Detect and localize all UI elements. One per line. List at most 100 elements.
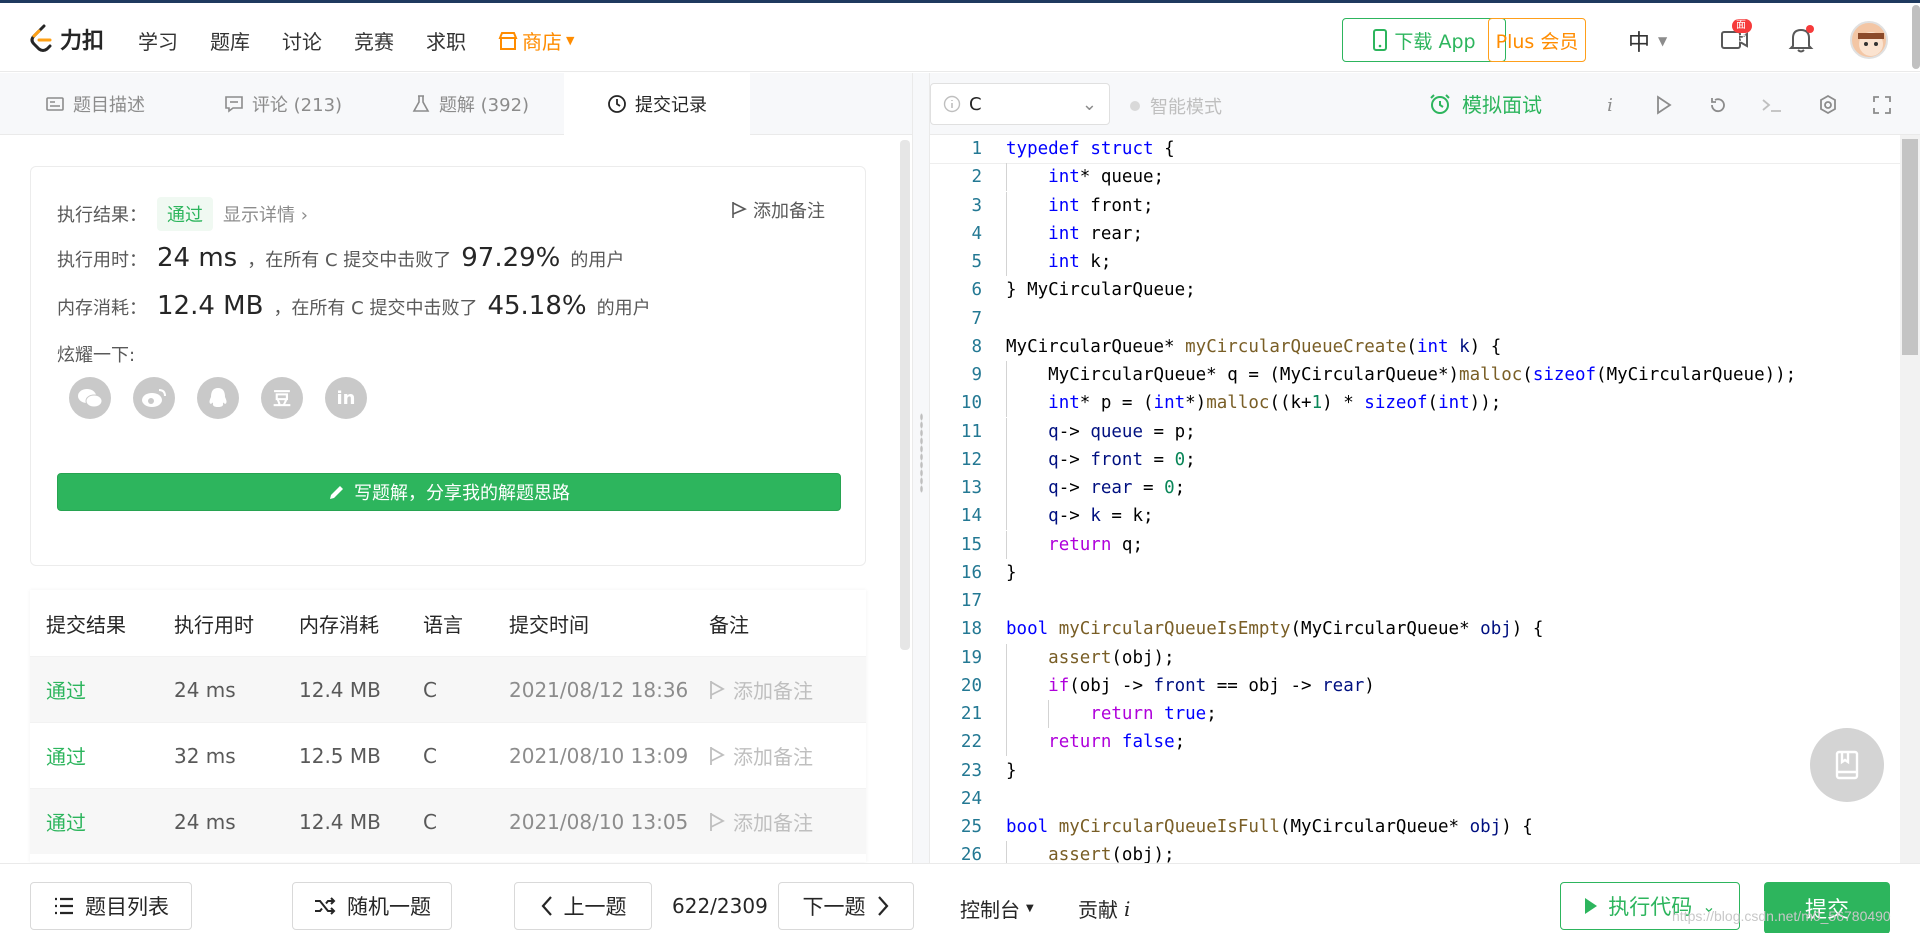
left-panel-scrollbar[interactable] (900, 140, 910, 650)
runtime-value: 24 ms (157, 243, 238, 273)
nav-item-shop[interactable]: 商店 ▼ (498, 26, 574, 55)
random-problem-button[interactable]: 随机一题 (292, 882, 452, 930)
info-italic-icon[interactable]: i (1598, 93, 1622, 117)
nav-item-jobs[interactable]: 求职 (426, 26, 466, 55)
table-row[interactable]: 通过 32 ms 12.5 MB C 2021/08/10 13:09 添加备注 (30, 722, 866, 788)
submission-result-link[interactable]: 通过 (30, 807, 158, 836)
column-header-note: 备注 (709, 612, 749, 637)
settings-icon[interactable] (1816, 93, 1840, 117)
play-icon[interactable] (1652, 93, 1676, 117)
submission-result-card: 执行结果： 通过 显示详情 › 添加备注 执行用时： 24 ms ，在所有 C … (30, 166, 866, 566)
show-details-label: 显示详情 (223, 205, 295, 226)
add-note-button[interactable]: 添加备注 (693, 741, 863, 770)
nav-item-contest[interactable]: 竞赛 (354, 26, 394, 55)
nav-item-learn[interactable]: 学习 (138, 26, 178, 55)
code-line: 14 q-> k = k; (930, 502, 1900, 531)
table-row[interactable]: 通过 24 ms 12.4 MB C 2021/08/12 18:36 添加备注 (30, 656, 866, 722)
tab-submissions[interactable]: 提交记录 (564, 73, 750, 135)
submission-result-link[interactable]: 通过 (30, 741, 158, 770)
play-icon (1585, 898, 1598, 914)
contribute-button[interactable]: 贡献 i (1078, 894, 1130, 923)
problem-list-button[interactable]: 题目列表 (30, 882, 192, 930)
book-icon (1835, 750, 1859, 780)
result-row: 执行结果： 通过 显示详情 › (57, 197, 308, 231)
main-nav: 学习 题库 讨论 竞赛 求职 商店 ▼ (138, 26, 574, 55)
write-solution-label: 写题解，分享我的解题思路 (354, 483, 570, 504)
linkedin-icon[interactable]: in (325, 377, 367, 419)
top-navbar: 力扣 学习 题库 讨论 竞赛 求职 商店 ▼ 下载 App Plus 会员 中 … (0, 0, 1920, 72)
table-row[interactable]: 通过 24 ms 12.4 MB C 2021/08/10 13:05 添加备注 (30, 788, 866, 854)
tab-description-label: 题目描述 (73, 95, 145, 116)
code-line: 2 int* queue; (930, 163, 1900, 192)
submission-result-link[interactable]: 通过 (30, 675, 158, 704)
nav-item-discuss[interactable]: 讨论 (282, 26, 322, 55)
tab-comments[interactable]: 评论 (213) (190, 73, 376, 135)
editor-scroll-thumb[interactable] (1902, 139, 1918, 355)
mock-interview-button[interactable]: 模拟面试 (1428, 89, 1542, 118)
weibo-icon[interactable] (133, 377, 175, 419)
pencil-icon (330, 486, 343, 499)
smart-mode-toggle[interactable]: 智能模式 (1130, 93, 1222, 119)
selected-language: C (969, 93, 982, 115)
description-icon (46, 97, 64, 111)
code-editor[interactable]: 1 typedef struct { 2 int* queue; 3 int fr… (930, 135, 1900, 863)
panel-resize-handle[interactable] (912, 73, 930, 863)
submission-memory: 12.4 MB (299, 677, 381, 702)
interview-button[interactable]: 面试 (1718, 19, 1752, 57)
flag-icon (732, 202, 747, 218)
chevron-left-icon (541, 896, 552, 916)
result-label: 执行结果： (57, 205, 147, 226)
notification-button[interactable] (1784, 23, 1818, 57)
next-problem-button[interactable]: 下一题 (778, 882, 914, 930)
memory-value: 12.4 MB (157, 291, 264, 321)
qq-icon[interactable] (197, 377, 239, 419)
douban-icon[interactable]: 豆 (261, 377, 303, 419)
page-scrollbar[interactable] (1912, 5, 1920, 69)
wechat-icon[interactable] (69, 377, 111, 419)
column-header-time: 提交时间 (509, 612, 589, 637)
reset-icon[interactable] (1706, 93, 1730, 117)
code-line: 12 q-> front = 0; (930, 445, 1900, 474)
code-line: 13 q-> rear = 0; (930, 474, 1900, 502)
show-details-link[interactable]: 显示详情 › (223, 201, 308, 227)
memory-row: 内存消耗： 12.4 MB ，在所有 C 提交中击败了 45.18% 的用户 (57, 291, 651, 321)
write-solution-button[interactable]: 写题解，分享我的解题思路 (57, 473, 841, 511)
notes-button[interactable] (1810, 728, 1884, 802)
problem-progress: 622/2309 (672, 894, 768, 918)
add-note-button[interactable]: 添加备注 (693, 807, 863, 836)
add-note-button[interactable]: 添加备注 (693, 675, 863, 704)
console-toggle[interactable]: 控制台 ▼ (960, 894, 1034, 923)
runtime-label: 执行用时： (57, 250, 147, 271)
code-line: 20 if(obj -> front == obj -> rear) (930, 671, 1900, 700)
store-icon (498, 31, 518, 50)
tab-description[interactable]: 题目描述 (0, 73, 190, 135)
prev-problem-button[interactable]: 上一题 (514, 882, 652, 930)
terminal-icon[interactable] (1760, 93, 1784, 117)
tab-submissions-label: 提交记录 (635, 95, 707, 116)
language-select[interactable]: C ⌄ (930, 83, 1110, 125)
clock-icon (608, 95, 626, 113)
share-label: 炫耀一下: (57, 345, 136, 366)
column-header-language: 语言 (423, 612, 463, 637)
code-line: 1 typedef struct { (930, 135, 1900, 165)
editor-scrollbar[interactable] (1900, 135, 1920, 863)
leetcode-logo[interactable]: 力扣 (28, 23, 104, 55)
add-note-button[interactable]: 添加备注 (731, 197, 825, 223)
user-avatar[interactable] (1850, 21, 1888, 59)
plus-member-button[interactable]: Plus 会员 (1488, 18, 1586, 62)
tab-solutions[interactable]: 题解 (392) (376, 73, 564, 135)
language-label: 中 (1628, 31, 1651, 56)
caret-down-icon: ▼ (566, 34, 575, 47)
fullscreen-icon[interactable] (1870, 93, 1894, 117)
submission-time: 2021/08/10 13:09 (509, 743, 689, 768)
list-icon (55, 897, 73, 915)
download-app-button[interactable]: 下载 App (1342, 18, 1506, 62)
info-icon (943, 95, 961, 113)
leetcode-logo-icon (28, 24, 54, 54)
nav-item-problemset[interactable]: 题库 (210, 26, 250, 55)
flag-icon (710, 812, 725, 831)
random-problem-label: 随机一题 (347, 895, 431, 919)
language-switch[interactable]: 中 ▼ (1628, 25, 1667, 57)
douban-glyph: 豆 (273, 389, 291, 410)
submission-language: C (423, 677, 437, 702)
